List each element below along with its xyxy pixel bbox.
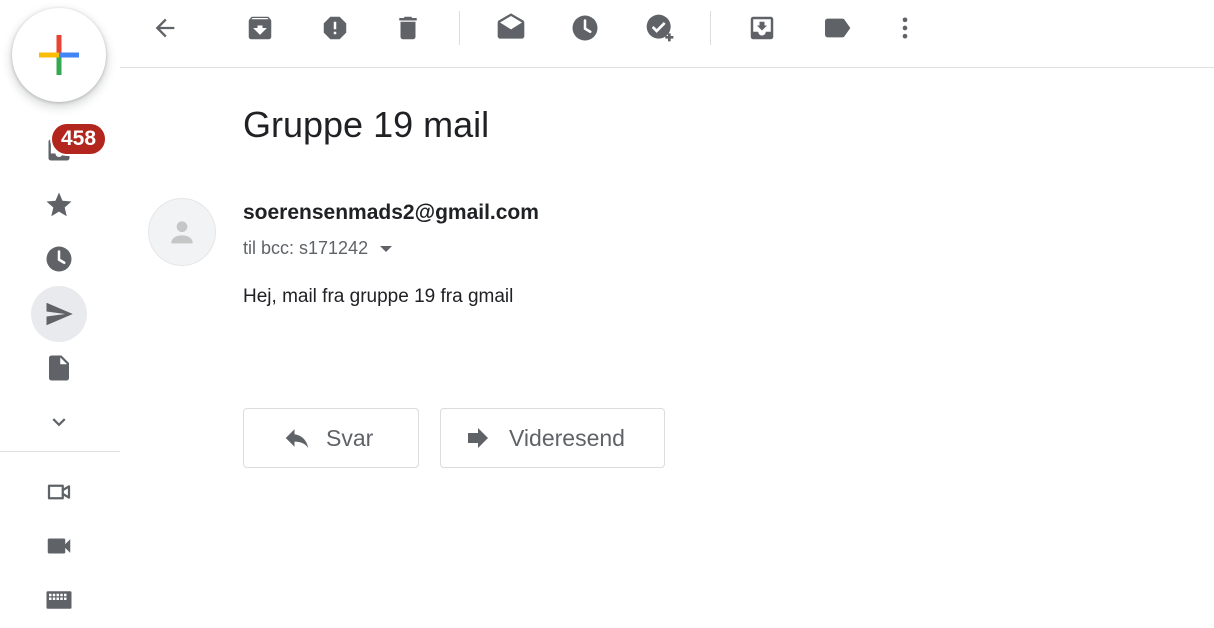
- sender-email[interactable]: soerensenmads2@gmail.com: [243, 201, 539, 225]
- move-to-icon: [750, 16, 774, 40]
- clock-icon: [46, 246, 72, 272]
- sidebar-item-new-meeting[interactable]: [31, 464, 87, 520]
- email-body: Hej, mail fra gruppe 19 fra gmail: [243, 286, 514, 307]
- sidebar-item-more[interactable]: [31, 394, 87, 450]
- sidebar-divider: [0, 451, 120, 452]
- add-task-icon: [646, 14, 674, 42]
- back-arrow-icon: [155, 18, 175, 38]
- more-vert-icon: [902, 17, 908, 39]
- sender-avatar: [148, 198, 216, 266]
- sidebar-item-starred[interactable]: [31, 177, 87, 233]
- multicolor-plus-icon: [39, 35, 79, 75]
- recipient-text: til bcc: s171242: [243, 238, 369, 258]
- delete-button[interactable]: [386, 6, 430, 50]
- email-subject: Gruppe 19 mail: [243, 104, 490, 145]
- archive-button[interactable]: [238, 6, 282, 50]
- video-camera-icon: [47, 538, 71, 554]
- video-call-new-icon: [47, 484, 71, 500]
- reply-arrow-icon: [282, 423, 312, 453]
- report-spam-button[interactable]: [313, 6, 357, 50]
- delete-icon: [399, 16, 417, 40]
- mark-unread-icon: [497, 13, 525, 39]
- forward-arrow-icon: [463, 423, 493, 453]
- sidebar-item-join-meeting[interactable]: [31, 518, 87, 574]
- recipient-details-dropdown-icon[interactable]: [380, 245, 393, 252]
- labels-button[interactable]: [815, 6, 859, 50]
- compose-button[interactable]: [12, 8, 106, 102]
- toolbar-divider: [710, 11, 711, 45]
- snooze-icon: [572, 15, 598, 41]
- message-toolbar: [120, 0, 1214, 68]
- keyboard-icon: [46, 591, 72, 609]
- reply-label: Svar: [326, 424, 374, 451]
- person-icon: [171, 221, 193, 244]
- toolbar-divider: [459, 11, 460, 45]
- sidebar-item-sent[interactable]: [31, 286, 87, 342]
- sidebar-item-snoozed[interactable]: [31, 231, 87, 287]
- back-button[interactable]: [143, 6, 187, 50]
- reply-button[interactable]: Svar: [243, 408, 419, 468]
- star-icon: [46, 192, 72, 217]
- move-to-button[interactable]: [740, 6, 784, 50]
- report-spam-icon: [323, 16, 347, 40]
- sidebar-item-keyboard[interactable]: [31, 572, 87, 628]
- mark-unread-button[interactable]: [489, 6, 533, 50]
- sidebar-item-drafts[interactable]: [31, 340, 87, 396]
- inbox-unread-badge: 458: [50, 122, 108, 156]
- forward-button[interactable]: Videresend: [440, 408, 665, 468]
- forward-label: Videresend: [509, 424, 625, 451]
- chevron-down-icon: [52, 418, 66, 427]
- more-options-button[interactable]: [883, 6, 927, 50]
- recipient-line: til bcc: s171242: [243, 238, 393, 259]
- left-sidebar: 458: [0, 0, 120, 609]
- send-icon: [46, 302, 73, 326]
- archive-icon: [248, 16, 272, 40]
- draft-file-icon: [49, 355, 69, 381]
- snooze-button[interactable]: [563, 6, 607, 50]
- add-to-tasks-button[interactable]: [638, 6, 682, 50]
- label-icon: [825, 18, 851, 38]
